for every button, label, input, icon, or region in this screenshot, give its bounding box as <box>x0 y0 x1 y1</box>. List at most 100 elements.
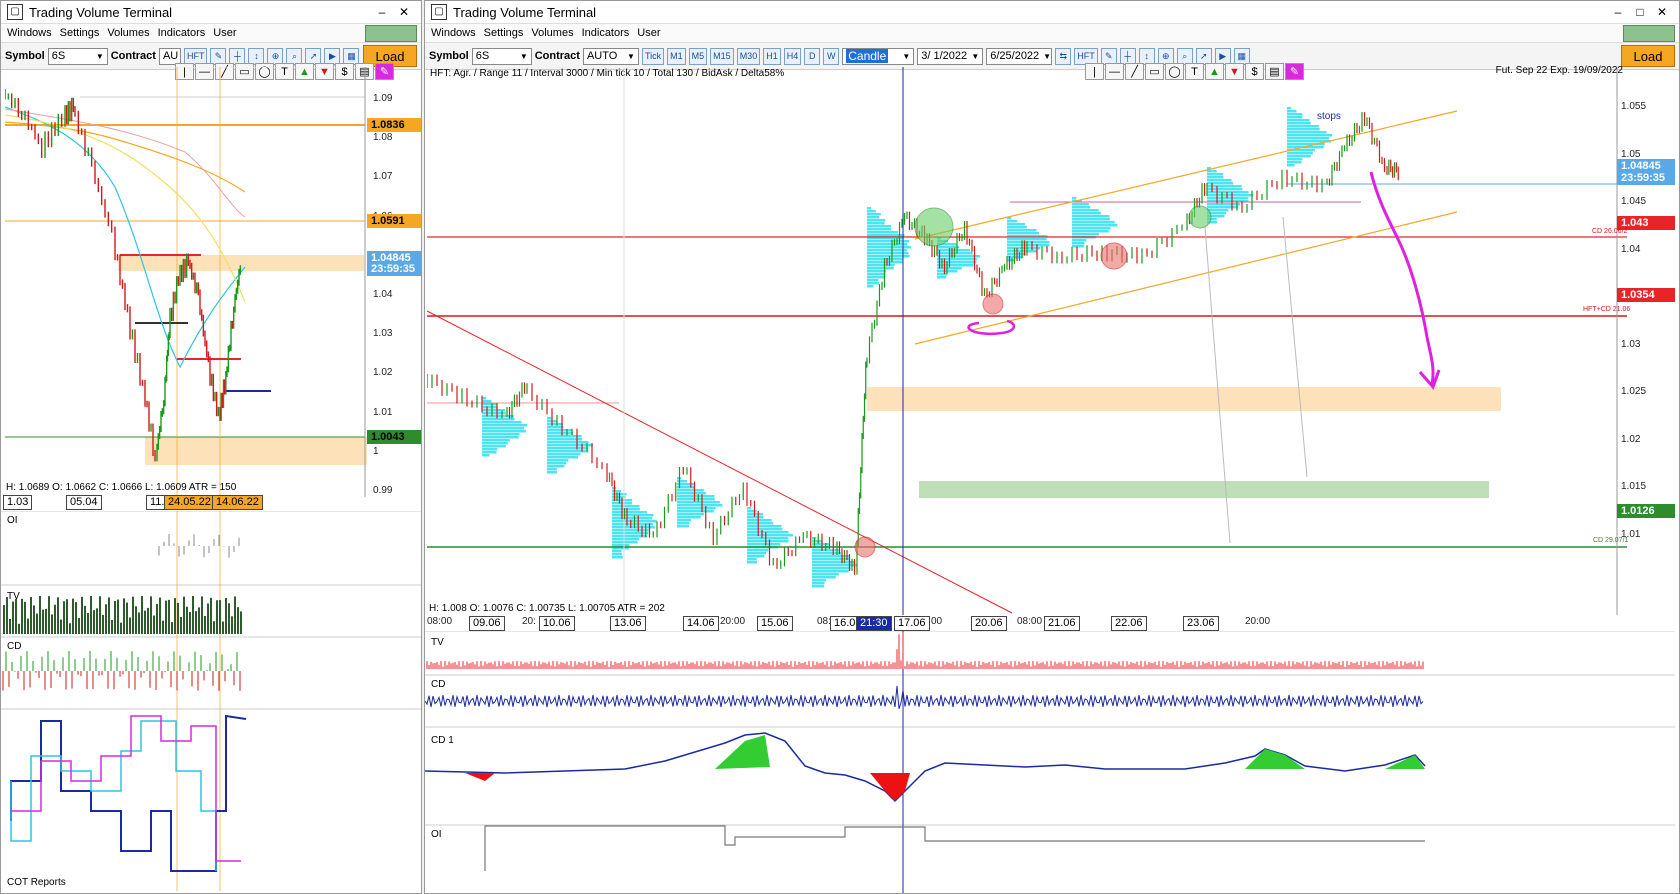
left-date-1: 05.04 <box>66 495 102 510</box>
contract-label: Contract <box>110 50 156 62</box>
symbol-select[interactable]: 6S ▼ <box>471 47 532 65</box>
contract-value: AUTO <box>586 50 618 62</box>
symbol-label: Symbol <box>429 50 469 62</box>
app-logo-icon: ▢ <box>7 4 23 20</box>
timeframe-d[interactable]: D <box>804 47 821 65</box>
contract-label: Contract <box>534 50 580 62</box>
target-icon[interactable]: ⊕ <box>1157 47 1174 65</box>
minimize-button[interactable]: – <box>1607 5 1629 19</box>
timeframe-m1[interactable]: M1 <box>667 47 686 65</box>
menu-indicators[interactable]: Indicators <box>578 27 634 39</box>
left-price-label: 1.0043 <box>367 430 421 444</box>
pencil-icon[interactable]: ✎ <box>1100 47 1117 65</box>
play-icon[interactable]: ▶ <box>1214 47 1231 65</box>
menu-settings[interactable]: Settings <box>56 27 104 39</box>
close-button[interactable]: ✕ <box>393 5 415 19</box>
right-date-label: 23.06 <box>1183 616 1219 631</box>
left-price-label: 1.0836 <box>367 118 421 132</box>
ruler-icon[interactable]: ↕ <box>1138 47 1155 65</box>
timeframe-tick[interactable]: Tick <box>641 47 665 65</box>
contract-select[interactable]: AU <box>158 47 181 65</box>
left-window-title: Trading Volume Terminal <box>29 4 173 20</box>
ruler-icon[interactable]: ↕ <box>248 47 265 65</box>
close-button[interactable]: ✕ <box>1651 5 1673 19</box>
maximize-button[interactable]: □ <box>1629 5 1651 19</box>
right-window-title: Trading Volume Terminal <box>453 4 597 20</box>
date-to-select[interactable]: 6/25/2022 ▼ <box>986 47 1053 65</box>
left-menu-bar: Windows Settings Volumes Indicators User <box>1 24 421 43</box>
cursor-icon[interactable]: ➚ <box>1195 47 1212 65</box>
right-date-label: 13.06 <box>610 616 646 631</box>
chart-type-select[interactable]: Candle ▼ <box>842 47 915 65</box>
timeframe-m30[interactable]: M30 <box>736 47 761 65</box>
crosshair-icon[interactable]: ┼ <box>1119 47 1136 65</box>
minimize-button[interactable]: – <box>371 5 393 19</box>
date-to-value: 6/25/2022 <box>990 50 1040 62</box>
left-date-3: 24.05.22 <box>164 495 215 510</box>
right-terminal-window: ▢ Trading Volume Terminal – □ ✕ Windows … <box>424 0 1680 894</box>
left-axis-tick: 1.08 <box>373 132 393 144</box>
right-date-label: 22.06 <box>1111 616 1147 631</box>
right-date-label: 20:00 <box>720 616 746 627</box>
right-sub-charts <box>425 631 1675 893</box>
left-axis-tick: 1.04 <box>373 289 393 300</box>
menu-windows[interactable]: Windows <box>3 27 56 39</box>
right-date-label: 15.06 <box>757 616 793 631</box>
timeframe-h1[interactable]: H1 <box>763 47 781 65</box>
menu-indicators[interactable]: Indicators <box>154 27 210 39</box>
left-date-0: 1.03 <box>3 495 33 510</box>
menu-volumes[interactable]: Volumes <box>527 27 577 39</box>
hft-button[interactable]: HFT <box>1074 47 1098 65</box>
symbol-value: 6S <box>475 50 490 62</box>
link-icon[interactable]: ⇆ <box>1055 47 1072 65</box>
zoom-icon[interactable]: ⌕ <box>286 47 303 65</box>
symbol-label: Symbol <box>5 50 45 62</box>
left-axis-tick: 1 <box>373 445 379 457</box>
right-axis-tick: 1.03 <box>1621 338 1641 350</box>
date-from-select[interactable]: 3/ 1/2022 ▼ <box>917 47 984 65</box>
menu-user[interactable]: User <box>633 27 664 39</box>
refresh-icon[interactable] <box>1623 25 1675 42</box>
left-axis-tick: 1.07 <box>373 171 393 183</box>
timeframe-h4[interactable]: H4 <box>783 47 802 65</box>
right-price-chart[interactable] <box>427 67 1627 615</box>
left-title-bar: ▢ Trading Volume Terminal – ✕ <box>1 1 421 24</box>
symbol-select[interactable]: 6S ▼ <box>47 47 108 65</box>
right-toolbar: Symbol 6S ▼ Contract AUTO ▼ Tick M1 M5 M15… <box>425 43 1679 70</box>
play-icon[interactable]: ▶ <box>324 47 341 65</box>
menu-windows[interactable]: Windows <box>427 27 480 39</box>
symbol-value: 6S <box>51 50 66 62</box>
right-date-label: 21.06 <box>1044 616 1080 631</box>
left-ohlc-info: H: 1.0689 O: 1.0662 C: 1.0666 L: 1.0609 … <box>6 482 237 493</box>
refresh-icon[interactable] <box>365 25 417 42</box>
menu-settings[interactable]: Settings <box>480 27 528 39</box>
right-date-label: 14.06 <box>683 616 719 631</box>
menu-volumes[interactable]: Volumes <box>103 27 153 39</box>
left-terminal-window: ▢ Trading Volume Terminal – ✕ Windows Se… <box>0 0 422 894</box>
crosshair-icon[interactable]: ┼ <box>229 47 246 65</box>
left-price-chart[interactable] <box>5 67 419 509</box>
contract-select[interactable]: AUTO ▼ <box>582 47 639 65</box>
right-price-label: 23:59:35 <box>1617 171 1675 185</box>
right-menu-bar: Windows Settings Volumes Indicators User <box>425 24 1679 43</box>
timeframe-w[interactable]: W <box>823 47 840 65</box>
hft-button[interactable]: HFT <box>183 47 208 65</box>
grid-icon[interactable]: ▦ <box>1233 47 1250 65</box>
timeframe-m5[interactable]: M5 <box>688 47 708 65</box>
zoom-icon[interactable]: ⌕ <box>1176 47 1193 65</box>
load-button[interactable]: Load <box>1621 45 1675 67</box>
right-date-label: 20.06 <box>971 616 1007 631</box>
menu-user[interactable]: User <box>209 27 240 39</box>
right-date-label: 20:00 <box>1245 616 1271 627</box>
target-icon[interactable]: ⊕ <box>267 47 284 65</box>
right-price-label: 1.0126 <box>1617 504 1675 518</box>
date-from-value: 3/ 1/2022 <box>921 50 968 62</box>
grid-icon[interactable]: ▦ <box>343 47 360 65</box>
left-axis-tick: 1.01 <box>373 406 393 418</box>
left-sub-charts <box>1 511 421 891</box>
cursor-icon[interactable]: ➚ <box>305 47 322 65</box>
timeframe-m15[interactable]: M15 <box>710 47 734 65</box>
right-small-label-2: CD 29.07/1 <box>1593 537 1629 544</box>
pencil-icon[interactable]: ✎ <box>210 47 227 65</box>
right-axis-tick: 1.05 <box>1621 148 1641 160</box>
